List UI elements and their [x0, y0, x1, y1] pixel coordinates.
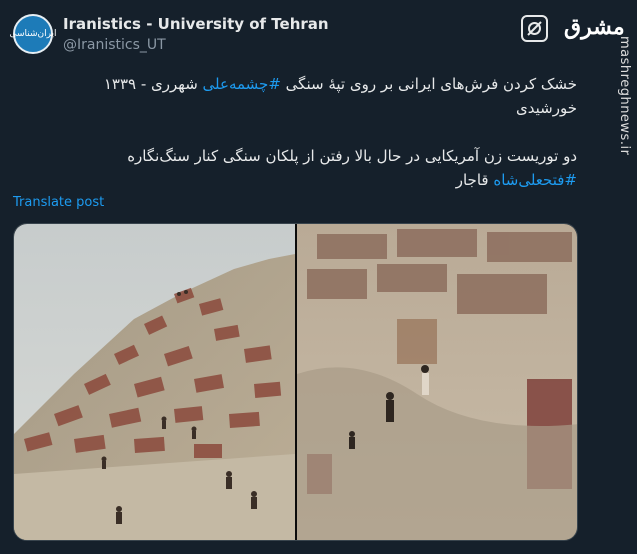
photo-tourists-climbing[interactable]: [297, 224, 578, 541]
author-names: Iranistics - University of Tehran @Irani…: [63, 14, 329, 55]
post-line-1: خشک کردن فرش‌های ایرانی بر روی تپهٔ سنگی…: [57, 72, 577, 120]
post-text: خشک کردن فرش‌های ایرانی بر روی تپهٔ سنگی…: [57, 72, 577, 192]
post-header: ایران‌شناسی Iranistics - University of T…: [9, 14, 329, 55]
grok-icon: [527, 21, 542, 36]
avatar-label: ایران‌شناسی: [9, 29, 57, 39]
display-name[interactable]: Iranistics - University of Tehran: [63, 14, 329, 34]
grok-button[interactable]: [521, 15, 548, 42]
translate-post-link[interactable]: Translate post: [13, 195, 104, 210]
photo-carpets-on-hill[interactable]: [14, 224, 295, 541]
hashtag-link[interactable]: #فتحعلی‌شاه: [493, 171, 577, 189]
post-media[interactable]: [13, 223, 578, 541]
user-handle[interactable]: @Iranistics_UT: [63, 35, 329, 55]
watermark-site: mashreghnews.ir: [617, 36, 632, 156]
post-text-segment: دو توریست زن آمریکایی در حال بالا رفتن ا…: [127, 147, 577, 165]
post-text-segment: خشک کردن فرش‌های ایرانی بر روی تپهٔ سنگی: [280, 75, 577, 93]
avatar[interactable]: ایران‌شناسی: [9, 14, 57, 54]
post-text-segment: قاجار: [455, 171, 494, 189]
hashtag-link[interactable]: #چشمه‌علی: [203, 75, 281, 93]
post-line-2: دو توریست زن آمریکایی در حال بالا رفتن ا…: [57, 144, 577, 192]
